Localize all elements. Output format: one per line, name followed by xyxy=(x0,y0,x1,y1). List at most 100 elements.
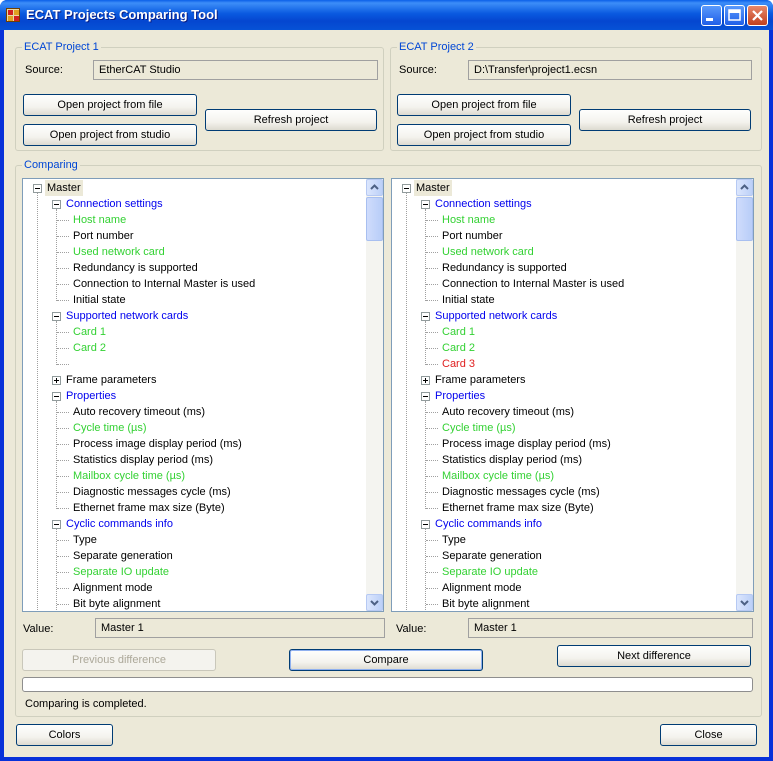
tree-node[interactable]: Separate IO update xyxy=(23,564,366,580)
tree-node[interactable]: Used network card xyxy=(23,244,366,260)
left-tree-scrollbar[interactable] xyxy=(366,179,383,611)
right-scroll-up-button[interactable] xyxy=(736,179,753,196)
collapse-icon[interactable] xyxy=(421,200,430,209)
tree-node[interactable]: Card 2 xyxy=(23,340,366,356)
project1-open-studio-button[interactable]: Open project from studio xyxy=(23,124,197,146)
collapse-icon[interactable] xyxy=(52,520,61,529)
tree-node[interactable]: Connection to Internal Master is used xyxy=(392,276,736,292)
right-value-field[interactable]: Master 1 xyxy=(468,618,753,638)
tree-node[interactable]: Process image display period (ms) xyxy=(392,436,736,452)
next-difference-button[interactable]: Next difference xyxy=(557,645,751,667)
tree-node[interactable]: Separate generation xyxy=(23,548,366,564)
tree-node[interactable]: Alignment mode xyxy=(23,580,366,596)
tree-node[interactable]: Port number xyxy=(392,228,736,244)
expand-icon[interactable] xyxy=(421,376,430,385)
tree-node[interactable]: Host name xyxy=(23,212,366,228)
tree-node[interactable]: Initial state xyxy=(23,292,366,308)
tree-node[interactable]: Port number xyxy=(23,228,366,244)
close-button[interactable]: Close xyxy=(660,724,757,746)
tree-node[interactable]: Properties xyxy=(392,388,736,404)
project2-open-file-button[interactable]: Open project from file xyxy=(397,94,571,116)
left-value-field[interactable]: Master 1 xyxy=(95,618,385,638)
tree-node-label: Separate IO update xyxy=(73,566,170,578)
previous-difference-button[interactable]: Previous difference xyxy=(22,649,216,671)
tree-node[interactable]: Type xyxy=(392,532,736,548)
tree-node[interactable]: Host name xyxy=(392,212,736,228)
tree-node[interactable]: Master xyxy=(23,180,366,196)
tree-node[interactable]: Redundancy is supported xyxy=(23,260,366,276)
tree-node[interactable]: Separate IO update xyxy=(392,564,736,580)
left-scroll-thumb[interactable] xyxy=(366,197,383,241)
tree-node[interactable]: Bit byte alignment xyxy=(23,596,366,611)
tree-node[interactable]: Cyclic commands info xyxy=(392,516,736,532)
tree-node[interactable]: Alignment mode xyxy=(392,580,736,596)
tree-node[interactable]: Card 1 xyxy=(392,324,736,340)
collapse-icon[interactable] xyxy=(421,520,430,529)
project1-source-field[interactable]: EtherCAT Studio xyxy=(93,60,378,80)
tree-node[interactable] xyxy=(23,356,366,372)
tree-node[interactable]: Connection settings xyxy=(23,196,366,212)
right-tree-view[interactable]: Master Connection settings Host name Port n… xyxy=(391,178,754,612)
tree-node[interactable]: Auto recovery timeout (ms) xyxy=(23,404,366,420)
tree-connector xyxy=(57,428,69,429)
close-window-button[interactable] xyxy=(747,5,768,26)
tree-node[interactable]: Used network card xyxy=(392,244,736,260)
right-scroll-thumb[interactable] xyxy=(736,197,753,241)
compare-button[interactable]: Compare xyxy=(289,649,483,671)
left-scroll-up-button[interactable] xyxy=(366,179,383,196)
tree-node[interactable]: Cyclic commands info xyxy=(23,516,366,532)
tree-node[interactable]: Auto recovery timeout (ms) xyxy=(392,404,736,420)
tree-connector xyxy=(57,332,69,333)
tree-node[interactable]: Supported network cards xyxy=(392,308,736,324)
tree-node[interactable]: Cycle time (µs) xyxy=(23,420,366,436)
tree-node[interactable]: Cycle time (µs) xyxy=(392,420,736,436)
collapse-icon[interactable] xyxy=(52,392,61,401)
right-scroll-down-button[interactable] xyxy=(736,594,753,611)
project2-source-field[interactable]: D:\Transfer\project1.ecsn xyxy=(468,60,752,80)
collapse-icon[interactable] xyxy=(33,184,42,193)
colors-button[interactable]: Colors xyxy=(16,724,113,746)
project1-open-file-button[interactable]: Open project from file xyxy=(23,94,197,116)
project2-open-studio-button[interactable]: Open project from studio xyxy=(397,124,571,146)
tree-node[interactable]: Card 1 xyxy=(23,324,366,340)
maximize-button[interactable] xyxy=(724,5,745,26)
project2-group-title: ECAT Project 2 xyxy=(397,41,476,53)
collapse-icon[interactable] xyxy=(52,200,61,209)
tree-node[interactable]: Ethernet frame max size (Byte) xyxy=(23,500,366,516)
tree-node[interactable]: Diagnostic messages cycle (ms) xyxy=(23,484,366,500)
tree-node[interactable]: Diagnostic messages cycle (ms) xyxy=(392,484,736,500)
tree-node[interactable]: Frame parameters xyxy=(392,372,736,388)
collapse-icon[interactable] xyxy=(421,392,430,401)
title-bar[interactable]: ECAT Projects Comparing Tool xyxy=(0,0,773,30)
tree-node[interactable]: Process image display period (ms) xyxy=(23,436,366,452)
minimize-button[interactable] xyxy=(701,5,722,26)
tree-node[interactable]: Card 3 xyxy=(392,356,736,372)
tree-node[interactable]: Supported network cards xyxy=(23,308,366,324)
collapse-icon[interactable] xyxy=(421,312,430,321)
right-tree-scrollbar[interactable] xyxy=(736,179,753,611)
tree-node[interactable]: Initial state xyxy=(392,292,736,308)
tree-node[interactable]: Card 2 xyxy=(392,340,736,356)
tree-node[interactable]: Connection to Internal Master is used xyxy=(23,276,366,292)
tree-node[interactable]: Redundancy is supported xyxy=(392,260,736,276)
tree-node[interactable]: Ethernet frame max size (Byte) xyxy=(392,500,736,516)
tree-node[interactable]: Statistics display period (ms) xyxy=(392,452,736,468)
collapse-icon[interactable] xyxy=(402,184,411,193)
tree-node[interactable]: Mailbox cycle time (µs) xyxy=(23,468,366,484)
tree-node[interactable]: Connection settings xyxy=(392,196,736,212)
expand-icon[interactable] xyxy=(52,376,61,385)
tree-node[interactable]: Frame parameters xyxy=(23,372,366,388)
collapse-icon[interactable] xyxy=(52,312,61,321)
tree-node[interactable]: Bit byte alignment xyxy=(392,596,736,611)
left-scroll-down-button[interactable] xyxy=(366,594,383,611)
tree-node[interactable]: Mailbox cycle time (µs) xyxy=(392,468,736,484)
project1-refresh-button[interactable]: Refresh project xyxy=(205,109,377,131)
tree-node[interactable]: Properties xyxy=(23,388,366,404)
tree-node[interactable]: Master xyxy=(392,180,736,196)
tree-node[interactable]: Separate generation xyxy=(392,548,736,564)
project2-refresh-button[interactable]: Refresh project xyxy=(579,109,751,131)
tree-node[interactable]: Statistics display period (ms) xyxy=(23,452,366,468)
left-tree-view[interactable]: Master Connection settings Host name Port n… xyxy=(22,178,384,612)
tree-connector xyxy=(426,572,438,573)
tree-node[interactable]: Type xyxy=(23,532,366,548)
